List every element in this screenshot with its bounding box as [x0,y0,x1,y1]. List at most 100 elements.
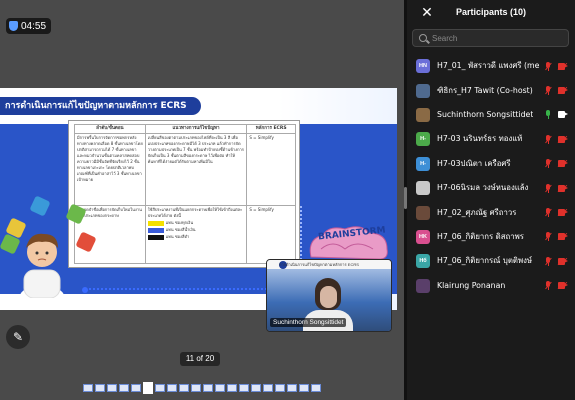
participant-name: H7_06_กิติยากร ดิสถาพร [437,231,524,241]
video-name-label: Suchinthorn Songsittidet [270,318,347,327]
microphone-muted-icon [545,159,552,169]
avatar [416,107,430,122]
table-cell: เปลี่ยนสีของตาตามประเภทของไฟล์ที่จะเป็น … [144,133,248,206]
slide-thumbnail[interactable] [155,384,165,392]
timer-text: 04:55 [21,20,47,32]
video-camera-off-icon [557,282,568,290]
video-camera-off-icon [557,233,568,241]
legend-swatch-blue [147,227,164,233]
table-cell: มีการพริ้นใบการจัดการซอพกรหลังทางทางคลาด… [74,133,146,206]
participant-search[interactable] [412,29,569,47]
legend-item: แทน ซองสีดำ [147,234,245,240]
microphone-muted-icon [545,256,552,266]
person-face [320,286,337,308]
microphone-muted-icon [545,183,552,193]
ecrs-table: ลำดับ/ขั้นตอน แนวทางการแก้ไขปัญหา หลักกา… [74,124,296,264]
participant-name: H7_02_ศุภณัฐ ศรีถาวร [437,207,517,217]
meeting-stage: 04:55 การดำเนินการแก้ไขปัญหาตามหลักการ E… [0,0,404,400]
participant-row[interactable]: H7_02_ศุภณัฐ ศรีถาวร [407,200,575,224]
slide-thumbnail[interactable] [311,384,321,392]
microphone-muted-icon [545,281,552,291]
slide-thumbnail[interactable] [131,384,141,392]
video-camera-off-icon [557,62,568,70]
participant-row[interactable]: Hб H7_06_กิติยากรณ์ บุตติพงษ์ [407,249,575,273]
page-indicator: 11 of 20 [180,352,220,366]
slide-thumbnail[interactable] [95,384,105,392]
video-camera-off-icon [557,135,568,144]
avatar: Hб [416,254,430,269]
legend-item: แทน ซองสีน้ำเงิน [147,227,245,233]
participant-row[interactable]: HK H7_06_กิติยากร ดิสถาพร [407,225,575,249]
participant-name: Klairung Ponanan [437,281,506,291]
slide-thumbnail[interactable] [215,384,225,392]
slide-thumbnail[interactable] [143,382,153,394]
participant-row[interactable]: HN H7_01_ พัสราวดี แพงศรี (me) [407,54,575,78]
slide-thumbnail[interactable] [239,384,249,392]
annotate-pencil-button[interactable]: ✎ [6,325,30,349]
slide-thumbnail[interactable] [191,384,201,392]
legend-item: แทน ซองทุกเงิน [147,220,245,226]
table-cell: S = Simplify [246,205,296,264]
table-row: การจดจำชื่อเพื่อการจัดเก็บใหม่ในงานของปร… [74,205,296,264]
participant-name: H7-03ปณิตา เครือศรี [437,158,511,168]
participant-list: HN H7_01_ พัสราวดี แพงศรี (me) ฑิธิกร_H7 T… [407,54,575,298]
slide-title: การดำเนินการแก้ไขปัญหาตามหลักการ ECRS [0,97,201,115]
table-cell: S = Simplify [246,133,296,206]
video-camera-off-icon [557,160,568,168]
meeting-timer[interactable]: 04:55 [6,18,52,34]
search-input[interactable] [432,33,552,43]
microphone-muted-icon [545,208,552,218]
participant-row[interactable]: Klairung Ponanan [407,274,575,298]
microphone-muted-icon [545,232,552,242]
participant-row[interactable]: H- H7-03ปณิตา เครือศรี [407,152,575,176]
microphone-muted-icon [545,61,552,71]
slide-thumbnail[interactable] [287,384,297,392]
legend-swatch-yellow [147,220,164,226]
table-header: ลำดับ/ขั้นตอน [74,124,146,134]
legend-swatch-black [147,234,164,240]
slide-thumbnail[interactable] [83,384,93,392]
table-cell: ใช้สีประเภทงานที่เป็นแยกกระดาษเพื่อให้ใช… [144,205,248,264]
microphone-icon [545,110,551,120]
video-camera-off-icon [557,257,568,266]
slide-thumbnail[interactable] [227,384,237,392]
slide-thumbnail[interactable] [203,384,213,392]
microphone-muted-icon [545,134,552,144]
pencil-icon: ✎ [12,330,24,344]
boy-illustration [20,233,64,298]
slide-thumbnail-strip[interactable] [83,381,383,395]
search-icon [419,34,427,42]
table-header: แนวทางการแก้ไขปัญหา [144,124,248,134]
slide-thumbnail[interactable] [251,384,261,392]
participant-row[interactable]: H7-06นิรมล วงษ์หนองแล้ง [407,176,575,200]
legend-label: แทน ซองสีน้ำเงิน [165,227,196,232]
video-camera-off-icon [557,208,568,217]
participant-row[interactable]: H- H7-03 นรินทร์ธร ทองแท้ [407,127,575,151]
table-header: หลักการ ECRS [246,124,296,134]
microphone-muted-icon [545,86,552,96]
participant-name: H7_01_ พัสราวดี แพงศรี (me) [437,61,540,71]
avatar [416,278,430,293]
video-camera-off-icon [557,184,568,192]
participant-name: H7-06นิรมล วงษ์หนองแล้ง [437,183,529,193]
slide-thumbnail[interactable] [119,384,129,392]
shield-icon [9,21,18,31]
slide-thumbnail[interactable] [263,384,273,392]
participant-row[interactable]: ฑิธิกร_H7 Tawit (Co-host) [407,78,575,102]
participant-row[interactable]: Suchinthorn Songsittidet [407,103,575,127]
slide-thumbnail[interactable] [275,384,285,392]
participants-header: ✕ Participants (10) [407,0,575,26]
participant-name: H7-03 นรินทร์ธร ทองแท้ [437,134,523,144]
participants-title: Participants (10) [455,7,527,17]
participant-video-tile[interactable]: การดำเนินการแก้ไขปัญหาตามหลักการ ECRS Su… [266,259,392,332]
slide-thumbnail[interactable] [167,384,177,392]
slide-thumbnail[interactable] [107,384,117,392]
puzzle-piece-icon [75,231,97,253]
legend-label: แทน ซองทุกเงิน [165,220,194,225]
slide-thumbnail[interactable] [299,384,309,392]
slide-thumbnail[interactable] [179,384,189,392]
table-row: มีการพริ้นใบการจัดการซอพกรหลังทางทางคลาด… [74,133,296,206]
participant-name: Suchinthorn Songsittidet [437,110,534,120]
video-shared-header: การดำเนินการแก้ไขปัญหาตามหลักการ ECRS [267,260,391,269]
avatar: HN [416,59,430,74]
